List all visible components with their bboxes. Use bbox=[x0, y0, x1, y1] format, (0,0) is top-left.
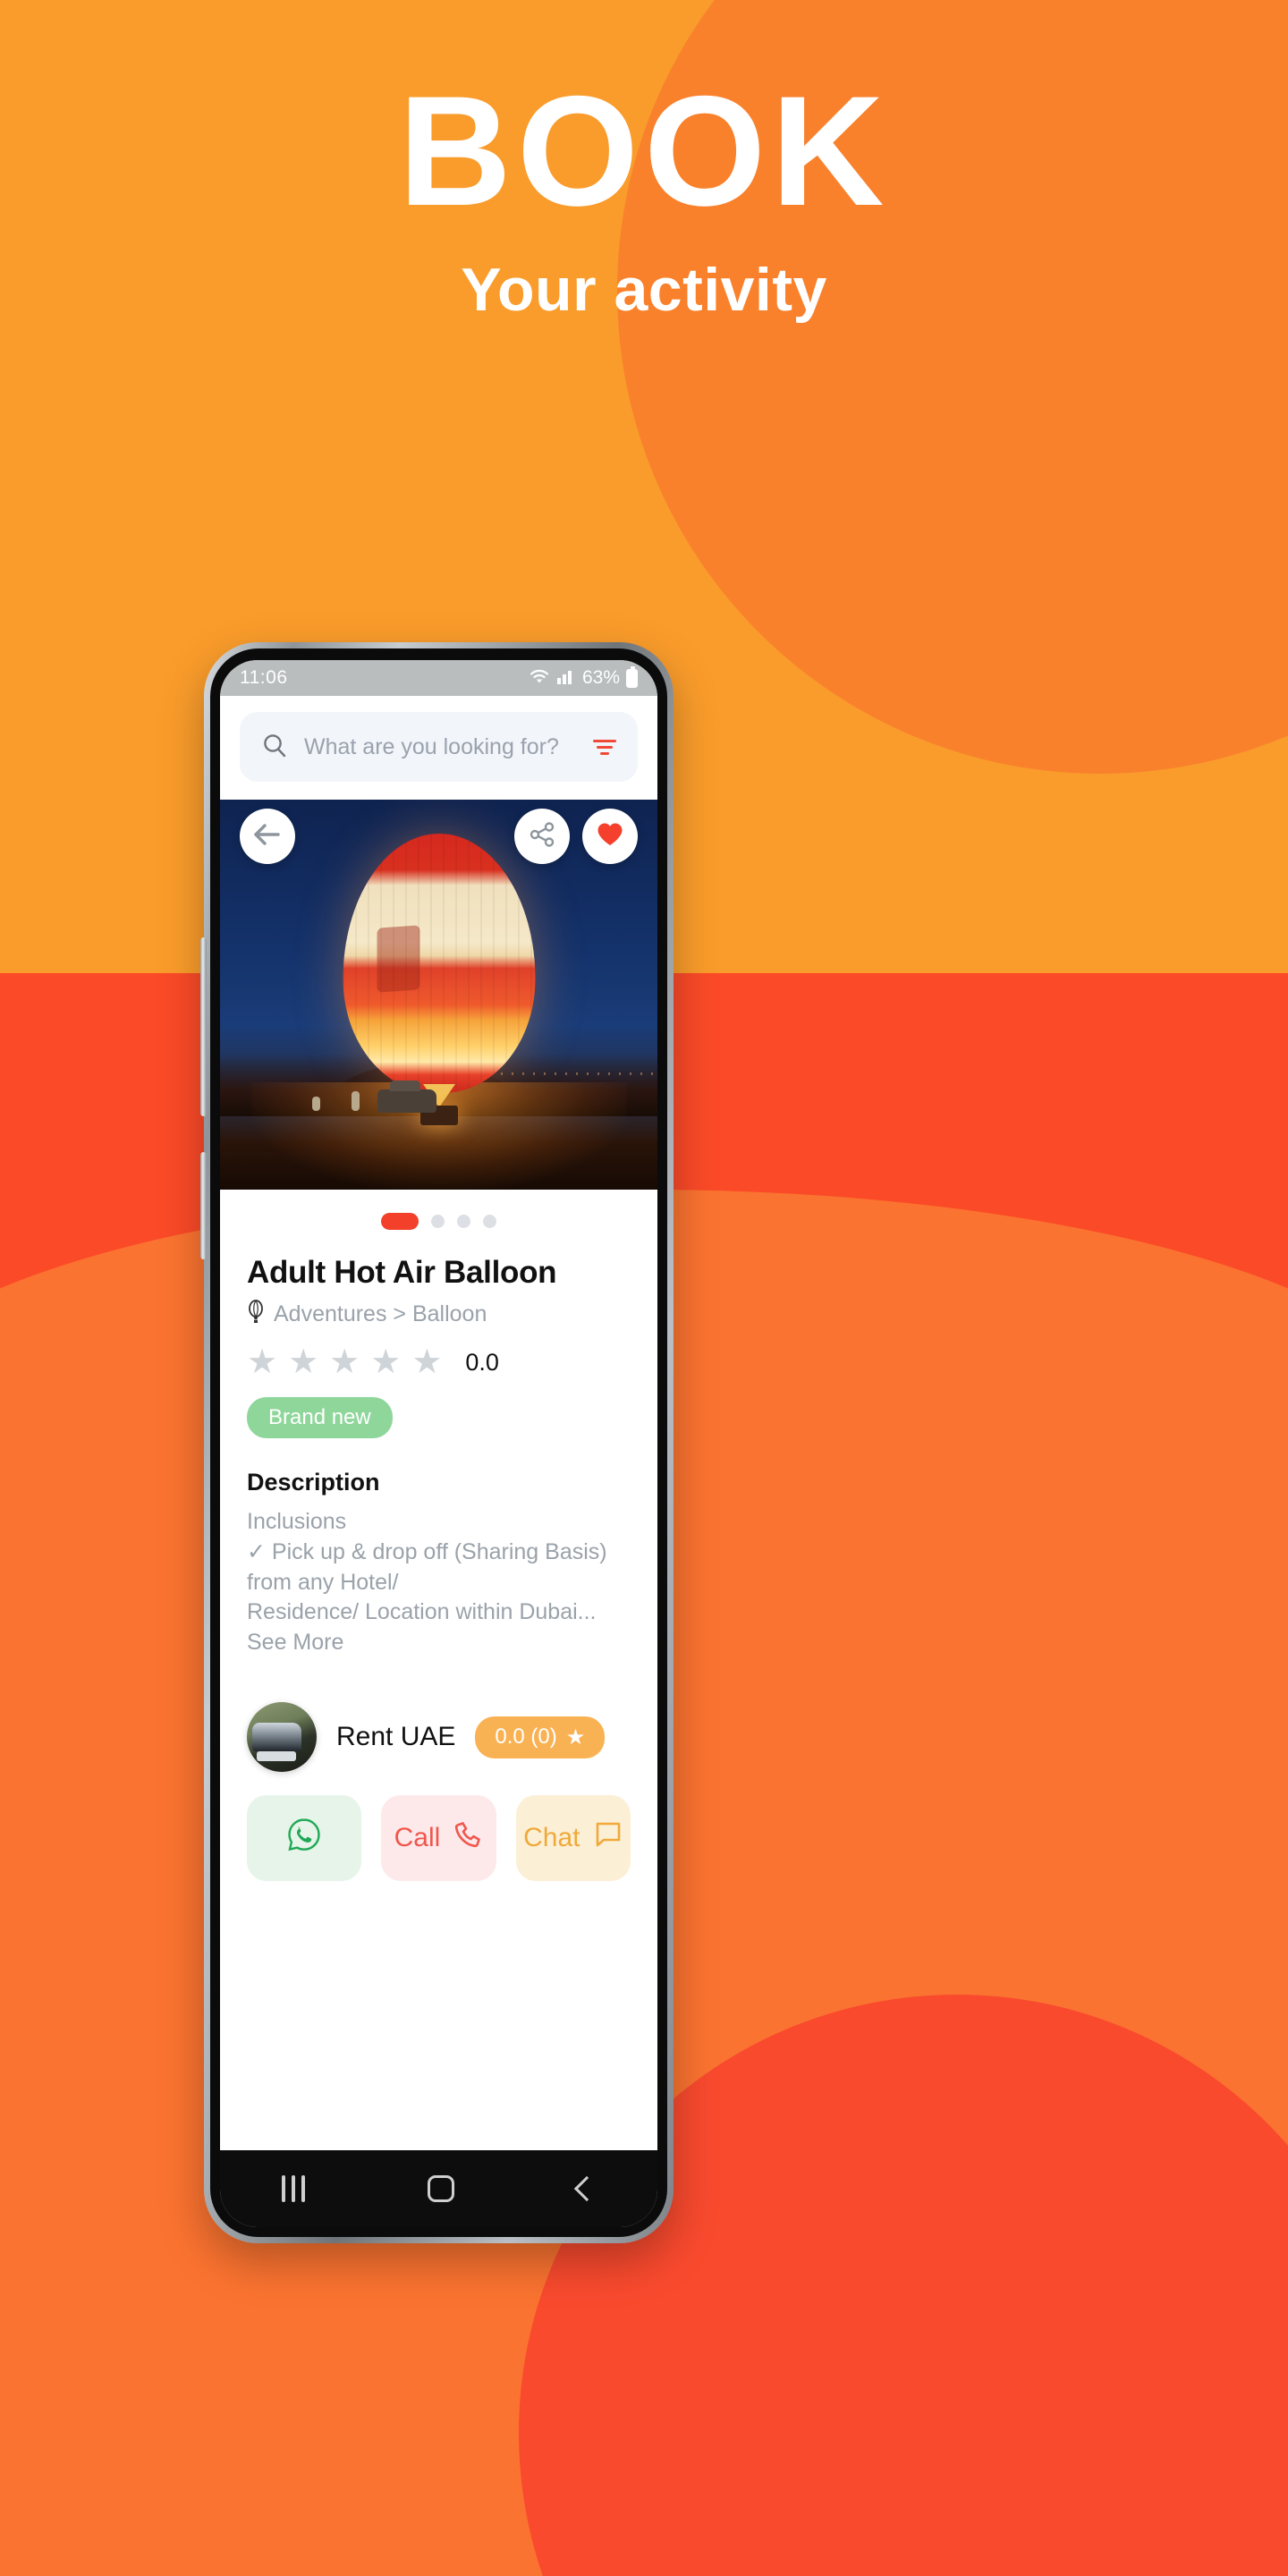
phone-screen: 11:06 63% What are you looking for? Adul… bbox=[220, 660, 657, 2227]
call-label: Call bbox=[394, 1823, 441, 1852]
android-navigation-bar bbox=[220, 2150, 657, 2227]
chat-label: Chat bbox=[523, 1823, 580, 1852]
status-bar: 11:06 63% bbox=[220, 660, 657, 696]
call-button[interactable]: Call bbox=[381, 1795, 496, 1881]
hero-image[interactable] bbox=[220, 800, 657, 1190]
vendor-name: Rent UAE bbox=[336, 1722, 456, 1751]
chat-bubble-icon bbox=[593, 1819, 623, 1857]
see-more-link[interactable]: See More bbox=[247, 1630, 631, 1656]
phone-icon bbox=[453, 1819, 483, 1857]
listing-content: Adult Hot Air Balloon Adventures > Ballo… bbox=[220, 1190, 657, 2150]
star-icon: ★ bbox=[370, 1343, 402, 1381]
search-bar[interactable]: What are you looking for? bbox=[240, 712, 638, 782]
vendor-rating-badge: 0.0 (0) ★ bbox=[475, 1716, 606, 1758]
description-line-1: Inclusions bbox=[247, 1509, 347, 1534]
whatsapp-icon bbox=[285, 1816, 323, 1860]
power-button[interactable] bbox=[200, 1152, 207, 1259]
star-icon: ★ bbox=[329, 1343, 360, 1381]
share-button[interactable] bbox=[514, 809, 570, 864]
phone-bezel: 11:06 63% What are you looking for? Adul… bbox=[210, 648, 667, 2237]
carousel-dot[interactable] bbox=[457, 1215, 470, 1228]
hero-person bbox=[351, 1091, 360, 1111]
rating-value: 0.0 bbox=[465, 1348, 499, 1376]
headline-primary: BOOK bbox=[398, 64, 890, 239]
share-icon bbox=[529, 821, 555, 852]
balloon-logo-panel bbox=[377, 925, 420, 994]
status-time: 11:06 bbox=[240, 667, 288, 688]
balloon-icon bbox=[247, 1300, 265, 1329]
carousel-dot[interactable] bbox=[431, 1215, 445, 1228]
headline-secondary: Your activity bbox=[461, 256, 827, 324]
description-line-2: ✓ Pick up & drop off (Sharing Basis) fro… bbox=[247, 1538, 607, 1595]
status-badge: Brand new bbox=[247, 1397, 393, 1438]
poster-headline-block: BOOK Your activity bbox=[0, 0, 1288, 325]
search-input[interactable]: What are you looking for? bbox=[304, 734, 577, 760]
volume-button[interactable] bbox=[200, 937, 207, 1116]
vendor-rating-text: 0.0 (0) bbox=[495, 1724, 557, 1749]
star-icon: ★ bbox=[565, 1724, 586, 1750]
breadcrumb[interactable]: Adventures > Balloon bbox=[247, 1300, 631, 1329]
vendor-row[interactable]: Rent UAE 0.0 (0) ★ bbox=[247, 1702, 631, 1772]
description-line-3: Residence/ Location within Dubai... bbox=[247, 1599, 597, 1625]
signal-icon bbox=[556, 667, 576, 690]
hero-vehicle bbox=[377, 1080, 437, 1113]
avatar[interactable] bbox=[247, 1702, 317, 1772]
star-icon: ★ bbox=[288, 1343, 319, 1381]
home-button[interactable] bbox=[428, 2175, 455, 2202]
filter-icon[interactable] bbox=[593, 739, 616, 755]
description-heading: Description bbox=[247, 1469, 380, 1496]
search-header: What are you looking for? bbox=[220, 696, 657, 800]
hero-person bbox=[311, 1097, 320, 1111]
search-icon bbox=[261, 732, 288, 763]
star-icon: ★ bbox=[411, 1343, 443, 1381]
carousel-dot[interactable] bbox=[483, 1215, 496, 1228]
page-title: Adult Hot Air Balloon bbox=[247, 1255, 557, 1290]
heart-icon bbox=[596, 821, 624, 852]
carousel-dots[interactable] bbox=[247, 1190, 631, 1255]
whatsapp-button[interactable] bbox=[247, 1795, 362, 1881]
back-nav-button[interactable] bbox=[573, 2175, 600, 2202]
rating-row[interactable]: ★ ★ ★ ★ ★ 0.0 bbox=[247, 1345, 631, 1379]
arrow-left-icon bbox=[253, 823, 282, 851]
star-icon: ★ bbox=[247, 1343, 278, 1381]
breadcrumb-text: Adventures > Balloon bbox=[274, 1301, 487, 1326]
action-buttons: Call Chat bbox=[247, 1772, 631, 1902]
battery-icon bbox=[626, 665, 638, 688]
carousel-dot-active[interactable] bbox=[381, 1213, 419, 1230]
chat-button[interactable]: Chat bbox=[515, 1795, 631, 1881]
back-button[interactable] bbox=[240, 809, 295, 864]
phone-mockup: 11:06 63% What are you looking for? Adul… bbox=[200, 642, 674, 2243]
battery-percent: 63% bbox=[581, 667, 620, 688]
favorite-button[interactable] bbox=[582, 809, 638, 864]
wifi-icon bbox=[529, 667, 550, 690]
recents-button[interactable] bbox=[281, 2175, 305, 2202]
